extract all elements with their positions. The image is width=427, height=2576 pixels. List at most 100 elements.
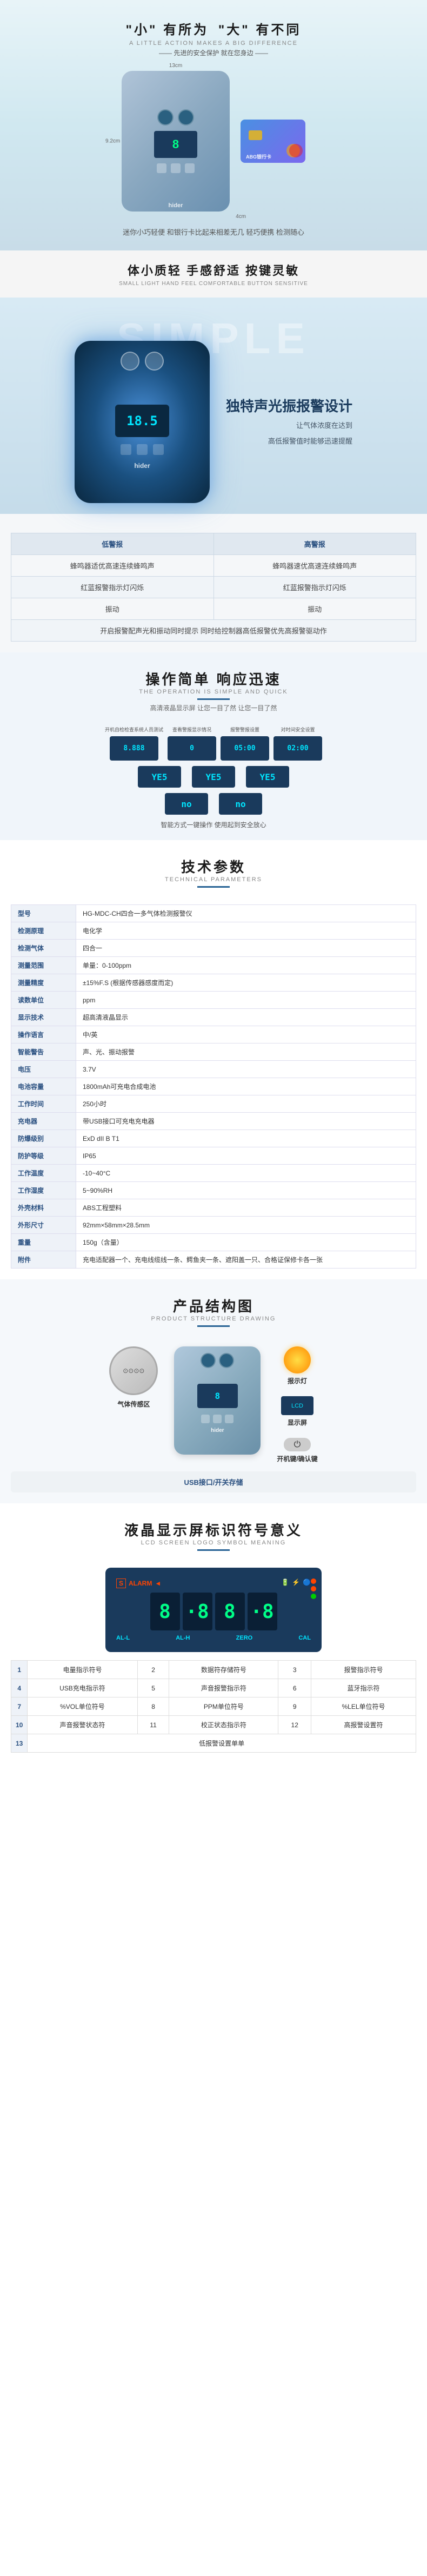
params-label-2: 测量范围 <box>11 957 76 974</box>
params-label-0: 检测原理 <box>11 922 76 940</box>
params-label-4: 读数单位 <box>11 992 76 1009</box>
params-value-14: -10~40°C <box>76 1165 416 1182</box>
simple-screen: 18.5 <box>115 405 169 437</box>
params-row-3: 测量精度 ±15%F.S (根据传感器感度而定) <box>11 974 416 992</box>
symbol-text-7: %VOL单位符号 <box>28 1697 137 1716</box>
symbol-text-3: 报警指示符号 <box>311 1661 416 1679</box>
params-label-5: 显示技术 <box>11 1009 76 1026</box>
symbol-num-5: 5 <box>137 1679 169 1697</box>
led-dot-2 <box>311 1586 316 1591</box>
alert-low-1: 蜂鸣器适优高速连续蜂鸣声 <box>11 555 214 577</box>
lcd-display-area: S ALARM ◄ 🔋 ⚡ 🔵 8 ·8 8 ·8 AL-L <box>105 1568 322 1652</box>
params-row-8: 电压 3.7V <box>11 1061 416 1078</box>
params-row-19: 附件 充电适配器一个、充电线缆线一条、鳄鱼夹一条、遮阳盖一只、合格证保修卡各一张 <box>11 1251 416 1269</box>
symbol-table: 1 电量指示符号 2 数据符存储符号 3 报警指示符号 4 USB充电指示符 5… <box>11 1660 416 1753</box>
structure-layout: ⊙⊙⊙⊙ 气体传感区 8 hider <box>11 1346 416 1463</box>
symbol-num-8: 8 <box>137 1697 169 1716</box>
size-h: 13cm <box>169 63 182 69</box>
card-comparison: ABG银行卡 <box>241 120 305 163</box>
params-value-2: 单量：0-100ppm <box>76 957 416 974</box>
ops-screen-1: 开机自检检查系统人员测试 8.888 <box>105 726 163 761</box>
symbol-row-2: 4 USB充电指示符 5 声音报警指示符 6 蓝牙指示符 <box>11 1679 416 1697</box>
symbol-text-11: 校正状态指示符 <box>169 1716 278 1734</box>
params-value-8: 3.7V <box>76 1061 416 1078</box>
params-row-0: 检测原理 电化学 <box>11 922 416 940</box>
params-label-10: 工作时间 <box>11 1095 76 1113</box>
usb-icon: ⚡ <box>292 1578 300 1588</box>
params-label-16: 外壳材料 <box>11 1199 76 1217</box>
params-row-14: 工作温度 -10~40°C <box>11 1165 416 1182</box>
params-value-4: ppm <box>76 992 416 1009</box>
symbol-num-1: 1 <box>11 1661 28 1679</box>
alert-low-header: 低警报 <box>11 533 214 555</box>
symbol-text-5: 声音报警指示符 <box>169 1679 278 1697</box>
params-header: 技术参数 TECHNICAL PARAMETERS <box>11 851 416 896</box>
symbol-text-6: 蓝牙指示符 <box>311 1679 416 1697</box>
ops-yes-1: YE5 <box>138 766 181 788</box>
symbol-row-5: 13 低报警设置单单 <box>11 1734 416 1753</box>
params-row-model: 型号 HG-MDC-CH四合一多气体检测报警仪 <box>11 905 416 922</box>
params-row-2: 测量范围 单量：0-100ppm <box>11 957 416 974</box>
structure-title-cn: 产品结构图 <box>11 1296 416 1316</box>
ops-divider <box>197 698 230 700</box>
lcd-title-cn: 液晶显示屏标识符号意义 <box>11 1520 416 1540</box>
structure-center: 8 hider <box>174 1346 261 1455</box>
lcd-zero: ZERO <box>236 1635 253 1641</box>
card-chip <box>249 130 262 140</box>
params-model-value: HG-MDC-CH四合一多气体检测报警仪 <box>76 905 416 922</box>
hero-description: 迷你小巧轻便 和银行卡比起来相差无几 轻巧便携 检测随心 <box>11 227 416 237</box>
params-label-15: 工作湿度 <box>11 1182 76 1199</box>
alert-high-2: 红蓝报警指示灯闪烁 <box>214 577 416 598</box>
ops-screens-row: 开机自检检查系统人员测试 8.888 查看警报显示情况 0 报警警报设置 05:… <box>11 726 416 761</box>
params-row-10: 工作时间 250小时 <box>11 1095 416 1113</box>
structure-device-screen: 8 <box>197 1384 238 1408</box>
symbol-num-9: 9 <box>278 1697 311 1716</box>
params-row-9: 电池容量 1800mAh可充电合成电池 <box>11 1078 416 1095</box>
card-label: ABG银行卡 <box>246 153 271 160</box>
ops-no-2: no <box>219 793 262 815</box>
structure-right-labels: 报示灯 LCD 显示屏 ⏻ 开机键/确认键 <box>277 1346 317 1463</box>
structure-section: 产品结构图 PRODUCT STRUCTURE DRAWING ⊙⊙⊙⊙ 气体传… <box>0 1279 427 1503</box>
structure-light: 报示灯 <box>277 1346 317 1385</box>
buttons-label: 开机键/确认键 <box>277 1454 317 1463</box>
battery-icon: 🔋 <box>281 1578 289 1588</box>
params-row-12: 防爆级别 ExD dII B T1 <box>11 1130 416 1147</box>
ops-section: 操作简单 响应迅速 THE OPERATION IS SIMPLE AND QU… <box>0 652 427 840</box>
simple-device-wrap: 18.5 hider 独特声光振报警设计 让气体浓度在达到 高低报警值时能够迅速… <box>11 341 416 503</box>
params-label-11: 充电器 <box>11 1113 76 1130</box>
features-section: 体小质轻 手感舒适 按键灵敏 SMALL LIGHT HAND FEEL COM… <box>0 250 427 298</box>
lcd-header: 液晶显示屏标识符号意义 LCD screen logo symbol meani… <box>11 1514 416 1560</box>
params-value-1: 四合一 <box>76 940 416 957</box>
lcd-section: 液晶显示屏标识符号意义 LCD screen logo symbol meani… <box>0 1503 427 1763</box>
led-dot-1 <box>311 1578 316 1584</box>
symbol-num-7: 7 <box>11 1697 28 1716</box>
features-title-cn: 体小质轻 手感舒适 按键灵敏 <box>11 261 416 279</box>
params-row-4: 读数单位 ppm <box>11 992 416 1009</box>
symbol-num-4: 4 <box>11 1679 28 1697</box>
alert-low-2: 红蓝报警指示灯闪烁 <box>11 577 214 598</box>
params-value-19: 充电适配器一个、充电线缆线一条、鳄鱼夹一条、遮阳盖一只、合格证保修卡各一张 <box>76 1251 416 1269</box>
symbol-row-4: 10 声音报警状态符 11 校正状态指示符 12 高报警设置符 <box>11 1716 416 1734</box>
params-value-12: ExD dII B T1 <box>76 1130 416 1147</box>
lcd-right-icons: 🔋 ⚡ 🔵 <box>281 1578 311 1588</box>
symbol-row-1: 1 电量指示符号 2 数据符存储符号 3 报警指示符号 <box>11 1661 416 1679</box>
alert-row-4: 开启报警配声光和振动同时提示 同时给控制器高低报警优先高报警驱动作 <box>11 620 416 642</box>
symbol-text-4: USB充电指示符 <box>28 1679 137 1697</box>
ops-lcd-3: 05:00 <box>221 736 269 761</box>
light-label: 报示灯 <box>288 1376 307 1385</box>
alert-sub1: 让气体浓度在达到 <box>226 420 352 432</box>
lcd-title-en: LCD screen logo symbol meaning <box>11 1540 416 1546</box>
hero-quote-right: "大" 有不同 <box>218 23 301 37</box>
ops-bottom-text: 智能方式一键操作 使用起到安全放心 <box>11 820 416 829</box>
structure-header: 产品结构图 PRODUCT STRUCTURE DRAWING <box>11 1290 416 1336</box>
lcd-digit-4: ·8 <box>248 1593 277 1630</box>
structure-buttons: ⏻ 开机键/确认键 <box>277 1438 317 1463</box>
buttons-icon: ⏻ <box>284 1438 311 1451</box>
params-value-10: 250小时 <box>76 1095 416 1113</box>
params-section: 技术参数 TECHNICAL PARAMETERS 型号 HG-MDC-CH四合… <box>0 840 427 1279</box>
ops-screen-4-label: 对时间安全设置 <box>281 726 315 733</box>
params-row-16: 外壳材料 ABS工程塑料 <box>11 1199 416 1217</box>
params-label-13: 防护等级 <box>11 1147 76 1165</box>
sensor-label: 气体传感区 <box>117 1399 150 1409</box>
ops-title-cn: 操作简单 响应迅速 <box>11 669 416 689</box>
